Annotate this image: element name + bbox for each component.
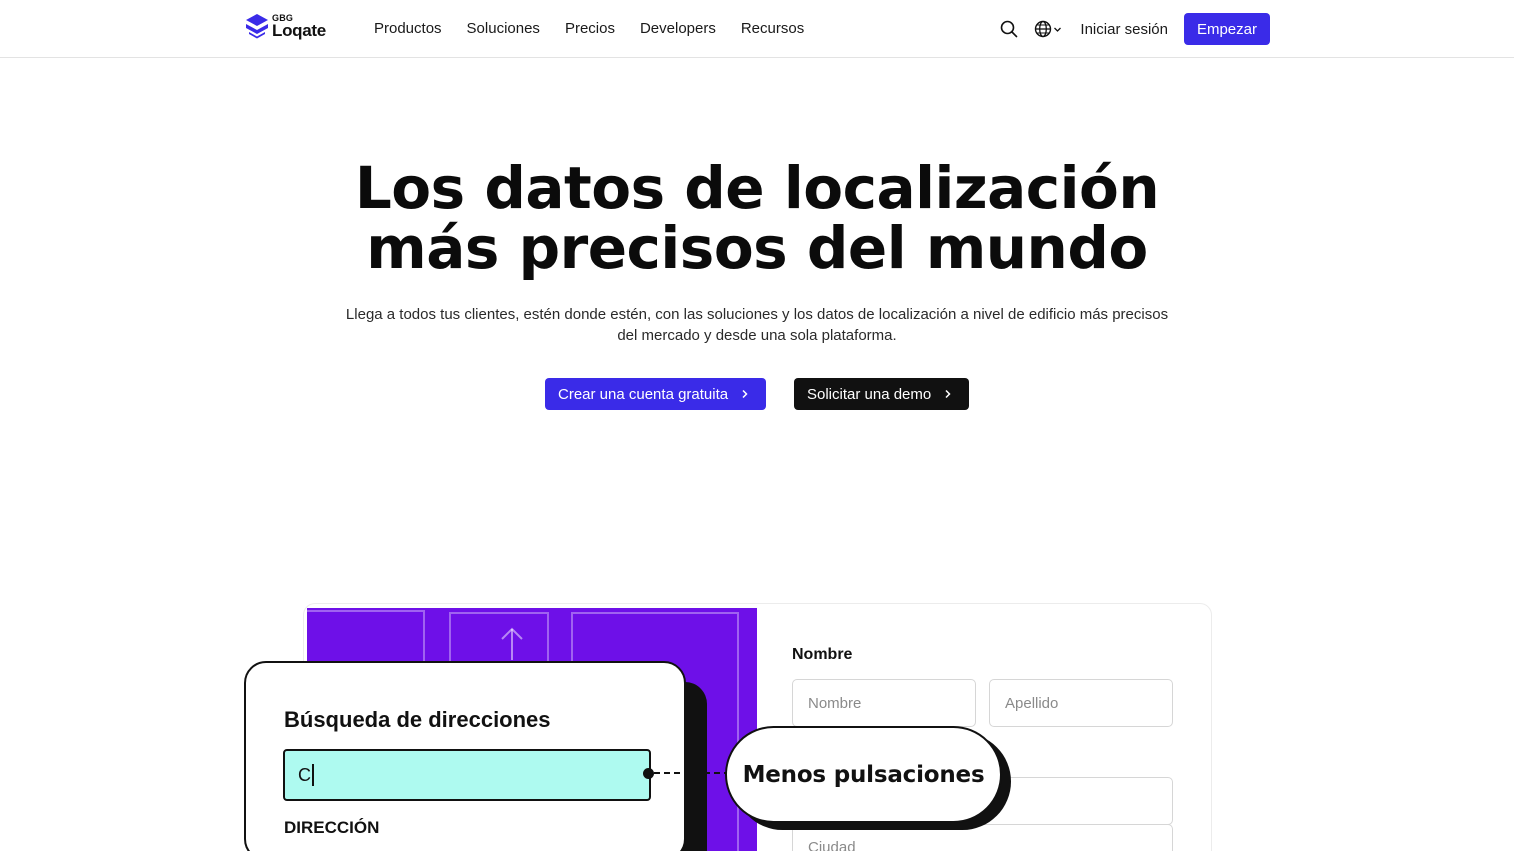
nav-item-productos[interactable]: Productos bbox=[374, 20, 442, 37]
connector-line bbox=[654, 772, 730, 774]
arrow-up-icon bbox=[501, 627, 523, 660]
main-nav: Productos Soluciones Precios Developers … bbox=[374, 20, 804, 37]
nav-item-soluciones[interactable]: Soluciones bbox=[467, 20, 540, 37]
chevron-right-icon bbox=[742, 389, 748, 399]
loqate-logo[interactable]: GBG Loqate bbox=[245, 13, 326, 39]
header-actions: Iniciar sesión Empezar bbox=[998, 13, 1270, 45]
site-header: GBG Loqate Productos Soluciones Precios … bbox=[0, 0, 1514, 58]
loqate-logo-icon bbox=[246, 14, 268, 39]
create-free-account-label: Crear una cuenta gratuita bbox=[558, 385, 729, 403]
chevron-down-icon bbox=[1054, 27, 1062, 32]
logo-name-text: Loqate bbox=[272, 20, 326, 40]
last-name-field[interactable]: Apellido bbox=[989, 679, 1173, 727]
search-icon[interactable] bbox=[998, 18, 1020, 40]
hero-subtitle: Llega a todos tus clientes, estén donde … bbox=[345, 306, 1169, 344]
create-free-account-button[interactable]: Crear una cuenta gratuita bbox=[545, 378, 766, 410]
request-demo-label: Solicitar una demo bbox=[807, 385, 932, 403]
nav-item-precios[interactable]: Precios bbox=[565, 20, 615, 37]
chevron-right-icon bbox=[945, 389, 951, 399]
text-caret bbox=[312, 764, 314, 786]
hero-cta-group: Crear una cuenta gratuita Solicitar una … bbox=[545, 378, 969, 410]
request-demo-button[interactable]: Solicitar una demo bbox=[794, 378, 969, 410]
address-label: DIRECCIÓN bbox=[284, 818, 380, 837]
address-search-input[interactable]: C bbox=[283, 749, 651, 801]
globe-icon bbox=[1035, 20, 1052, 38]
address-search-card: Búsqueda de direcciones C DIRECCIÓN bbox=[244, 661, 686, 851]
address-search-value: C bbox=[298, 764, 311, 785]
first-name-field[interactable]: Nombre bbox=[792, 679, 976, 727]
connector-dot bbox=[643, 768, 654, 779]
name-label: Nombre bbox=[792, 646, 853, 663]
nav-item-developers[interactable]: Developers bbox=[640, 20, 716, 37]
language-selector[interactable] bbox=[1034, 20, 1062, 38]
hero-title-line-2: más precisos del mundo bbox=[366, 214, 1148, 282]
fewer-keystrokes-badge: Menos pulsaciones bbox=[725, 726, 1002, 823]
start-button[interactable]: Empezar bbox=[1183, 13, 1270, 45]
login-link[interactable]: Iniciar sesión bbox=[1080, 21, 1168, 38]
address-search-title: Búsqueda de direcciones bbox=[284, 707, 551, 732]
hero-title-line-1: Los datos de localización bbox=[354, 154, 1160, 222]
hero-title: Los datos de localización más precisos d… bbox=[0, 158, 1514, 278]
nav-item-recursos[interactable]: Recursos bbox=[741, 20, 804, 37]
